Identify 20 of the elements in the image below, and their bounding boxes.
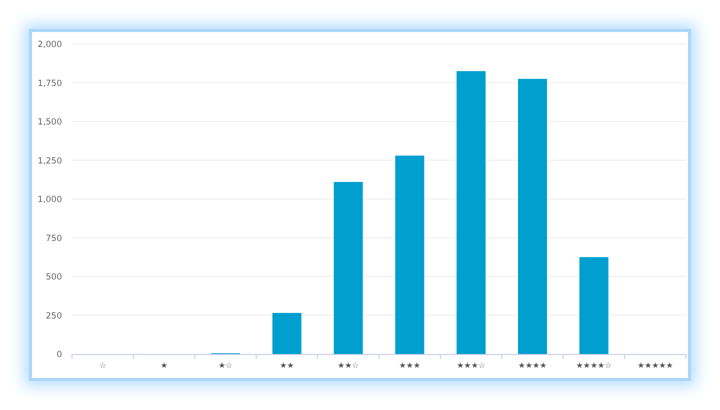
y-tick-label: 1,500 [38,118,62,128]
x-tick-label: ★ [160,361,168,370]
y-tick-label: 500 [46,272,62,282]
y-tick-label: 250 [46,311,62,322]
x-tick-label: ★★☆ [338,361,360,370]
x-tick-label: ★★★★ [518,361,547,370]
y-tick-label: 1,750 [38,78,62,89]
x-tick-label: ★☆ [218,361,233,370]
y-tick-label: 750 [46,234,62,244]
y-tick-label: 0 [56,350,62,360]
y-tick-label: 1,250 [38,156,62,166]
y-tick-label: 2,000 [38,40,62,50]
x-tick-label: ★★★★☆ [576,361,612,370]
x-tick-label: ★★★☆ [456,361,486,370]
x-tick-label: ★★ [280,361,294,370]
bar [272,312,302,354]
x-tick-label: ★★★ [398,361,420,370]
y-tick-label: 1,000 [38,195,62,205]
x-tick-label: ☆ [99,361,106,370]
x-tick-label: ★★★★★ [637,361,674,370]
